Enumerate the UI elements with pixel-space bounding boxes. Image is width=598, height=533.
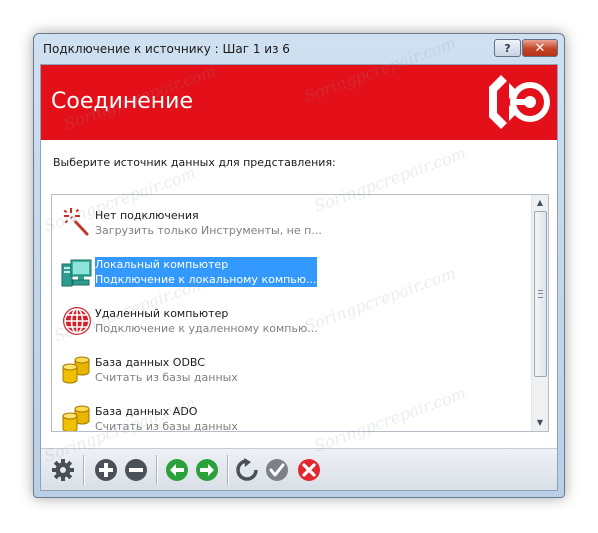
- database-icon: [62, 356, 90, 384]
- local-computer-icon: [61, 259, 92, 287]
- list-item-local-computer[interactable]: Локальный компьютер Подключение к локаль…: [52, 252, 536, 292]
- list-scrollbar[interactable]: ▲ ▼: [531, 195, 548, 431]
- item-texts: База данных ADO Считать из базы данных: [95, 404, 238, 432]
- app-logo-icon: [489, 75, 550, 129]
- database-icon: [62, 405, 90, 431]
- item-texts: Удаленный компьютер Подключение к удален…: [95, 306, 318, 336]
- add-icon[interactable]: [94, 458, 118, 482]
- connection-wizard-window: Подключение к источнику : Шаг 1 из 6 ? ✕…: [33, 33, 565, 498]
- cancel-icon[interactable]: [297, 458, 321, 482]
- item-title: Удаленный компьютер: [95, 307, 229, 320]
- close-button[interactable]: ✕: [522, 39, 558, 57]
- help-button[interactable]: ?: [494, 39, 521, 57]
- page-title: Соединение: [51, 89, 194, 114]
- list-item-odbc-database[interactable]: База данных ODBC Считать из базы данных: [52, 350, 536, 390]
- header-banner: Соединение: [41, 65, 557, 140]
- remove-icon[interactable]: [124, 458, 148, 482]
- list-item-ado-database[interactable]: База данных ADO Считать из базы данных: [52, 399, 536, 432]
- item-subtitle: Загрузить только Инструменты, не п...: [95, 224, 322, 237]
- item-subtitle: Подключение к удаленному компью...: [95, 322, 318, 335]
- item-title: База данных ODBC: [95, 356, 205, 369]
- item-title: Локальный компьютер: [95, 258, 229, 271]
- item-texts: Нет подключения Загрузить только Инструм…: [95, 208, 322, 238]
- scroll-up-arrow-icon[interactable]: ▲: [532, 196, 548, 210]
- forward-arrow-icon[interactable]: [195, 458, 219, 482]
- list-item-no-connection[interactable]: Нет подключения Загрузить только Инструм…: [52, 203, 536, 243]
- title-bar[interactable]: Подключение к источнику : Шаг 1 из 6 ? ✕: [34, 34, 564, 62]
- toolbar-separator: [83, 455, 85, 485]
- window-title: Подключение к источнику : Шаг 1 из 6: [43, 42, 290, 56]
- globe-icon: [63, 307, 91, 335]
- settings-gear-icon[interactable]: [51, 458, 75, 482]
- wizard-client-area: Соединение Выберите источник данных для …: [40, 64, 558, 491]
- item-texts: Локальный компьютер Подключение к локаль…: [95, 257, 317, 287]
- scroll-down-arrow-icon[interactable]: ▼: [532, 416, 548, 430]
- item-subtitle: Считать из базы данных: [95, 371, 238, 384]
- item-subtitle: Считать из базы данных: [95, 420, 238, 432]
- item-texts: База данных ODBC Считать из базы данных: [95, 355, 238, 385]
- bottom-toolbar: [41, 448, 557, 490]
- toolbar-separator: [156, 455, 158, 485]
- list-item-remote-computer[interactable]: Удаленный компьютер Подключение к удален…: [52, 301, 536, 341]
- data-source-list[interactable]: Нет подключения Загрузить только Инструм…: [51, 194, 549, 432]
- scroll-thumb[interactable]: [534, 211, 547, 377]
- ok-check-icon[interactable]: [265, 458, 289, 482]
- magic-wand-icon: [63, 208, 89, 236]
- source-prompt-label: Выберите источник данных для представлен…: [53, 156, 336, 169]
- item-subtitle: Подключение к локальному компью...: [95, 273, 317, 286]
- item-title: База данных ADO: [95, 405, 198, 418]
- toolbar-separator: [227, 455, 229, 485]
- back-arrow-icon[interactable]: [165, 458, 189, 482]
- refresh-icon[interactable]: [235, 458, 259, 482]
- item-title: Нет подключения: [95, 209, 199, 222]
